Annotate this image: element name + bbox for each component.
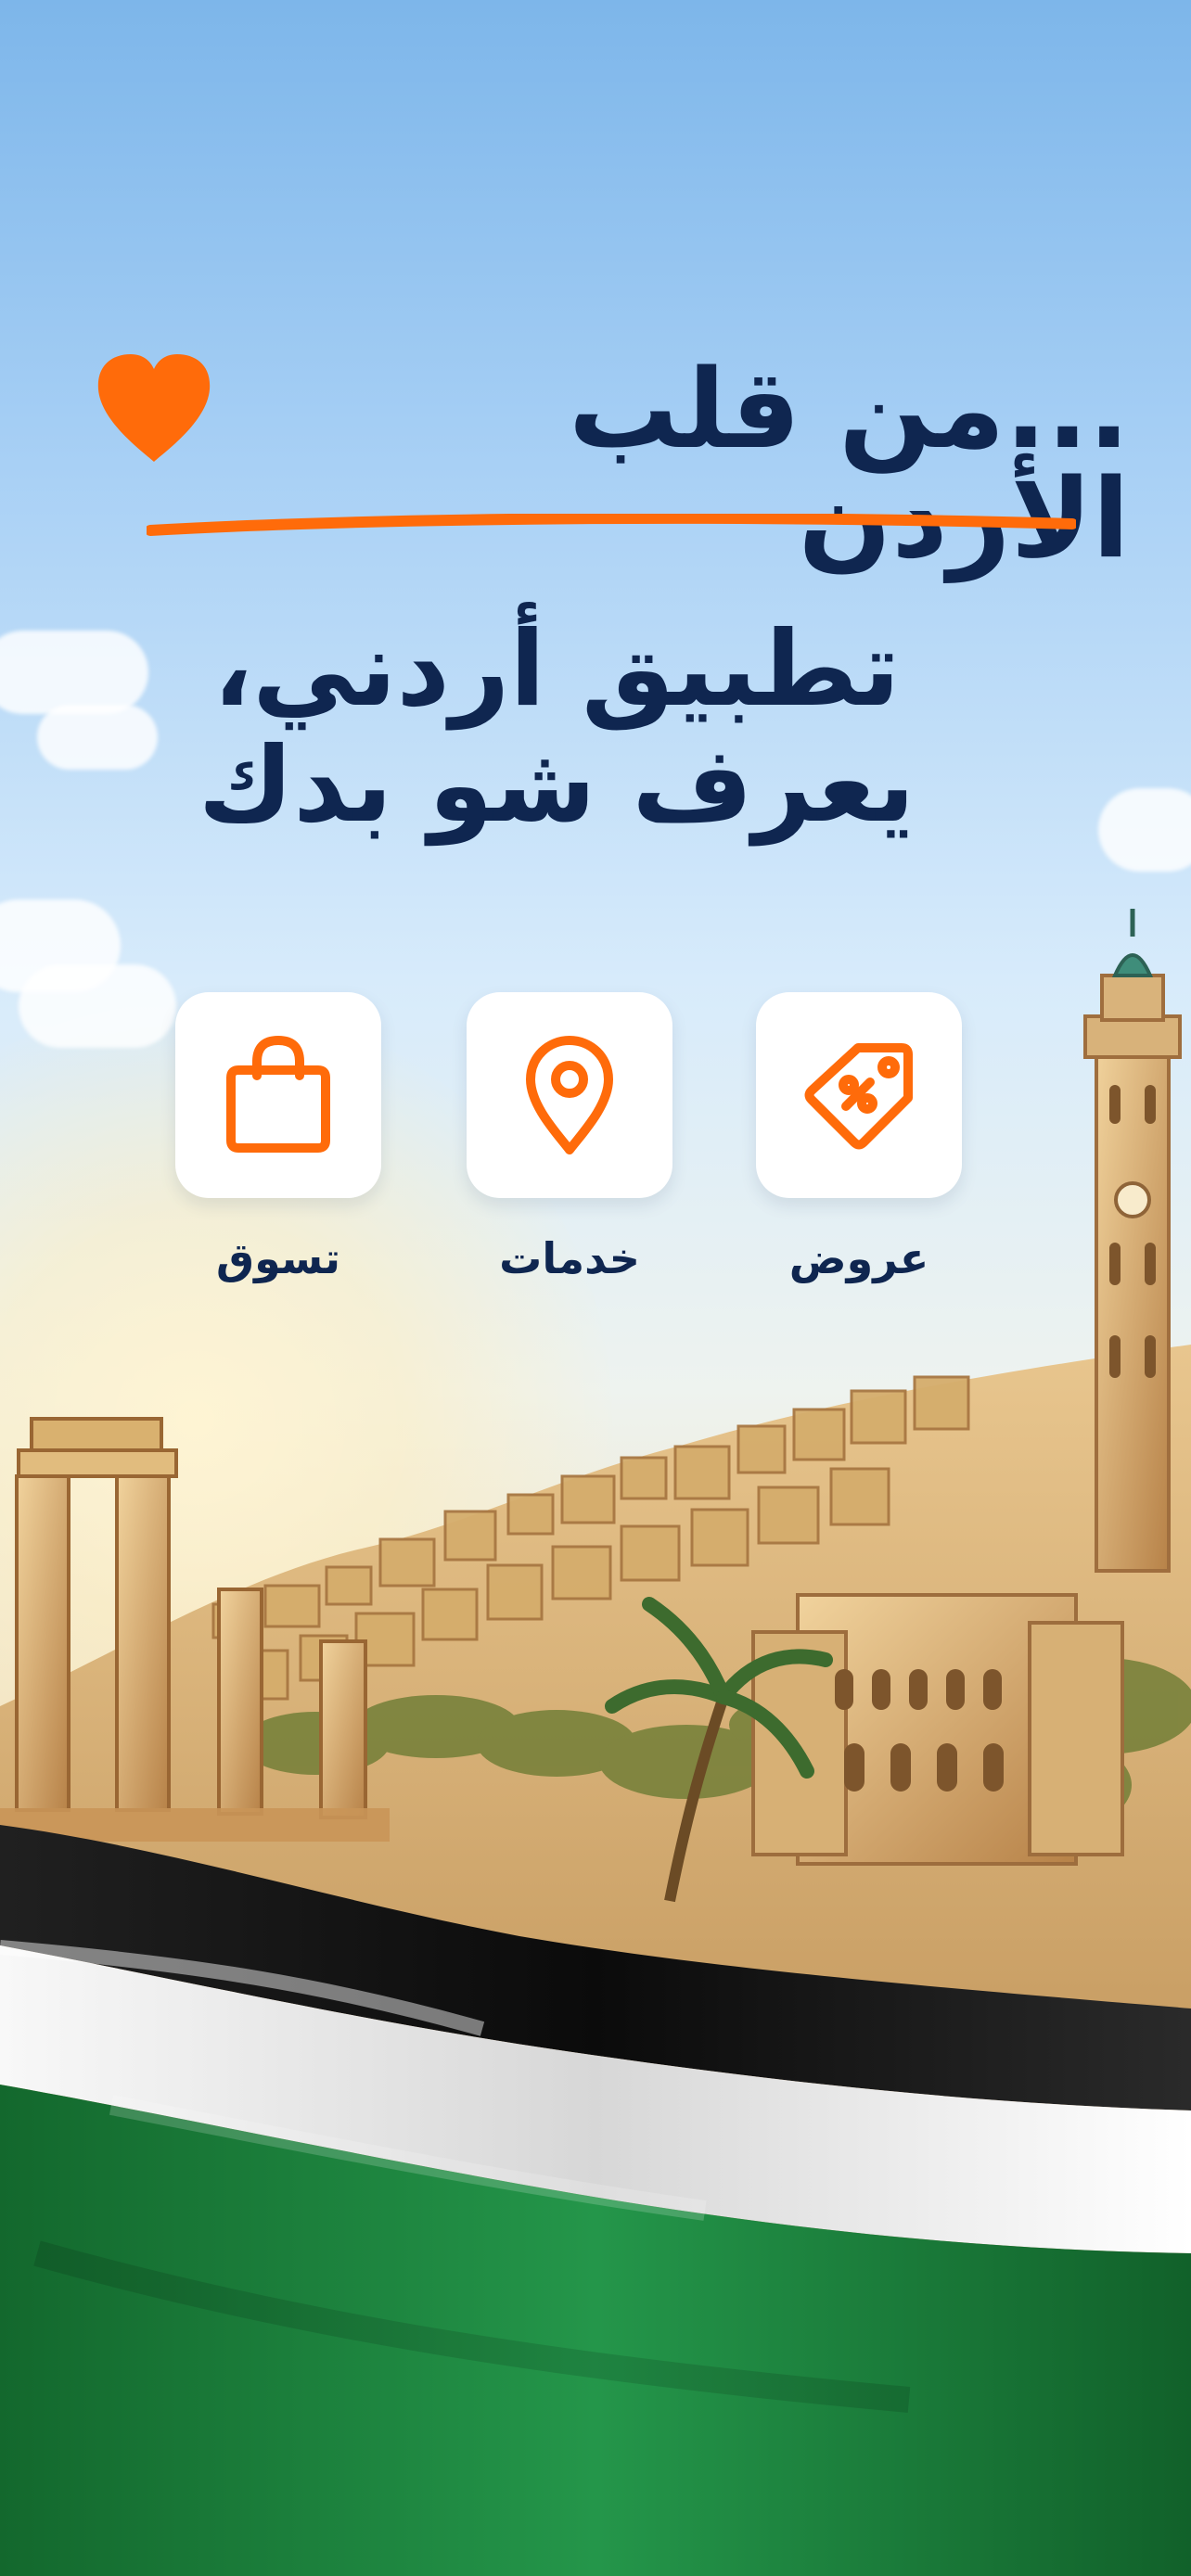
cloud: [0, 631, 148, 714]
promo-screen: ...من قلب الأردن تطبيق أردني، يعرف شو بد…: [0, 0, 1191, 2576]
page-subtitle: تطبيق أردني، يعرف شو بدك: [198, 609, 916, 847]
cloud: [1098, 788, 1191, 872]
heart-icon: [97, 354, 211, 462]
page-title: ...من قلب الأردن: [568, 345, 1130, 582]
amman-cityscape-illustration: [0, 909, 1191, 2576]
title-underline: [147, 514, 1076, 536]
